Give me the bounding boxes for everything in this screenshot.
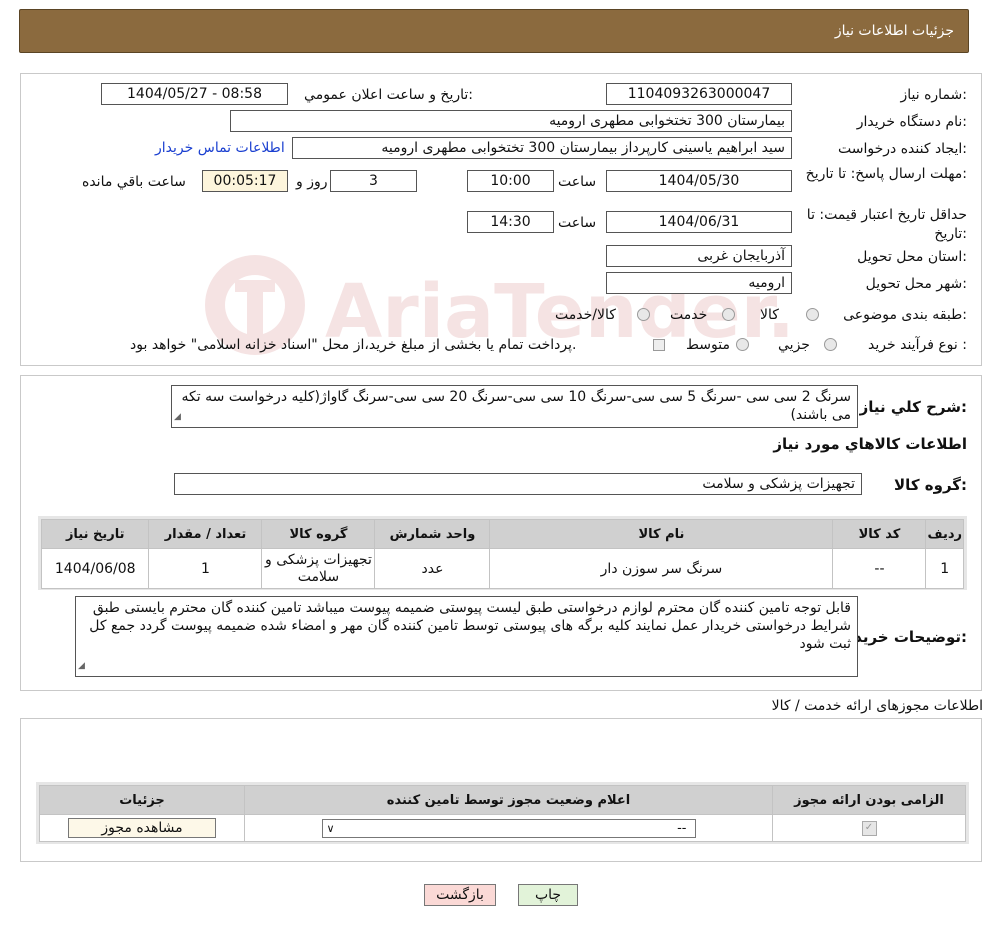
col-code: کد کالا <box>832 519 927 549</box>
category-goods-radio[interactable] <box>806 308 819 321</box>
description-text: سرنگ 2 سی سی -سرنگ 5 سی سی-سرنگ 10 سی سی… <box>181 389 851 423</box>
licenses-title: اطلاعات مجوزهای ارائه خدمت / کالا <box>771 698 983 714</box>
category-option-goods-label: کالا <box>760 307 779 323</box>
purchase-option-medium-label: متوسط <box>686 337 730 353</box>
goods-section-title: اطلاعات کالاهاي مورد نياز <box>773 435 967 453</box>
deadline-label: مهلت ارسال پاسخ: تا تاریخ: <box>805 166 967 182</box>
print-button[interactable]: چاپ <box>518 884 578 906</box>
city-label: شهر محل تحویل: <box>865 276 967 292</box>
buyer-notes-label: توضيحات خريدار: <box>840 628 967 646</box>
requester-field: سید ابراهیم یاسینی کارپرداز بیمارستان 30… <box>292 137 792 159</box>
deadline-date-field: 1404/05/30 <box>606 170 792 192</box>
buyer-org-field: بیمارستان 300 تختخوابی مطهری ارومیه <box>230 110 792 132</box>
remaining-time-field: 00:05:17 <box>202 170 288 192</box>
goods-group-field: تجهیزات پزشکی و سلامت <box>174 473 862 495</box>
purchase-note: پرداخت تمام یا بخشی از مبلغ خرید،از محل … <box>130 337 577 353</box>
days-field: 3 <box>330 170 417 192</box>
license-required-checkbox: ✓ <box>861 820 877 836</box>
licenses-table: الزامی بودن ارائه مجوز اعلام وضعیت مجوز … <box>39 785 966 842</box>
category-service-radio[interactable] <box>722 308 735 321</box>
cell-license-status: -- ∨ <box>244 814 773 842</box>
purchase-type-label: نوع فرآیند خرید : <box>868 337 967 353</box>
col-license-status: اعلام وضعیت مجوز توسط تامین کننده <box>244 785 773 815</box>
page-title: جزئیات اطلاعات نیاز <box>834 23 954 39</box>
buyer-contact-link[interactable]: اطلاعات تماس خریدار <box>155 140 285 156</box>
deadline-time-field: 10:00 <box>467 170 554 192</box>
resize-grip-icon[interactable]: ◢ <box>78 657 85 675</box>
resize-grip-icon[interactable]: ◢ <box>174 408 181 426</box>
validity-time-label: ساعت <box>558 215 597 231</box>
validity-time-field: 14:30 <box>467 211 554 233</box>
back-button[interactable]: بازگشت <box>424 884 496 906</box>
cell-license-required: ✓ <box>772 814 966 842</box>
cell-row: 1 <box>925 548 964 589</box>
buyer-notes-textarea[interactable]: قابل توجه تامین کننده گان محترم لوازم در… <box>75 596 858 677</box>
licenses-table-wrap: الزامی بودن ارائه مجوز اعلام وضعیت مجوز … <box>36 782 969 844</box>
col-date: تاريخ نياز <box>40 519 150 549</box>
col-group: گروه کالا <box>261 519 376 549</box>
col-name: نام کالا <box>489 519 834 549</box>
buyer-notes-text: قابل توجه تامین کننده گان محترم لوازم در… <box>89 600 851 652</box>
days-label: روز و <box>296 174 328 190</box>
category-label: طبقه بندی موضوعی: <box>843 307 967 323</box>
page-header: جزئیات اطلاعات نیاز <box>19 9 969 53</box>
cell-date: 1404/06/08 <box>40 548 150 589</box>
goods-group-label: گروه کالا: <box>894 476 967 494</box>
announce-label: تاریخ و ساعت اعلان عمومي: <box>304 87 473 103</box>
cell-license-details: مشاهده مجوز <box>39 814 245 842</box>
validity-label: حداقل تاریخ اعتبار قیمت: تا تاریخ: <box>806 207 967 242</box>
category-option-both-label: کالا/خدمت <box>555 307 616 323</box>
license-status-value: -- <box>677 820 687 836</box>
description-textarea[interactable]: سرنگ 2 سی سی -سرنگ 5 سی سی-سرنگ 10 سی سی… <box>171 385 858 428</box>
deadline-time-label: ساعت <box>558 174 597 190</box>
need-number-field: 1104093263000047 <box>606 83 792 105</box>
requester-label: ایجاد کننده درخواست: <box>838 141 967 157</box>
purchase-medium-radio[interactable] <box>736 338 749 351</box>
announce-field: 1404/05/27 - 08:58 <box>101 83 288 105</box>
purchase-minor-radio[interactable] <box>824 338 837 351</box>
validity-date-field: 1404/06/31 <box>606 211 792 233</box>
col-license-required: الزامی بودن ارائه مجوز <box>772 785 966 815</box>
province-label: استان محل تحویل: <box>857 249 967 265</box>
treasury-checkbox[interactable] <box>653 339 665 351</box>
purchase-option-minor-label: جزیي <box>778 337 810 353</box>
chevron-down-icon: ∨ <box>326 821 335 835</box>
cell-unit: عدد <box>374 548 491 589</box>
goods-table-header: رديف کد کالا نام کالا واحد شمارش گروه کا… <box>40 519 964 549</box>
remaining-label: ساعت باقي مانده <box>82 174 186 190</box>
col-row: رديف <box>925 519 964 549</box>
need-number-label: شماره نیاز: <box>900 87 967 103</box>
description-label: شرح کلي نياز: <box>859 398 967 416</box>
licenses-table-header: الزامی بودن ارائه مجوز اعلام وضعیت مجوز … <box>39 785 966 815</box>
buyer-org-label: نام دستگاه خریدار: <box>856 114 967 130</box>
province-field: آذربایجان غربی <box>606 245 792 267</box>
goods-table: رديف کد کالا نام کالا واحد شمارش گروه کا… <box>40 519 964 589</box>
col-qty: تعداد / مقدار <box>148 519 263 549</box>
license-status-select[interactable]: -- ∨ <box>321 818 696 838</box>
goods-table-wrap: رديف کد کالا نام کالا واحد شمارش گروه کا… <box>38 516 967 590</box>
cell-qty: 1 <box>148 548 263 589</box>
col-license-details: جزئیات <box>39 785 245 815</box>
cell-code: -- <box>832 548 927 589</box>
category-both-radio[interactable] <box>637 308 650 321</box>
table-row: ✓ -- ∨ مشاهده مجوز <box>39 814 966 842</box>
table-row: 1 -- سرنگ سر سوزن دار عدد تجهیزات پزشکی … <box>40 548 964 589</box>
category-option-service-label: خدمت <box>670 307 708 323</box>
cell-group: تجهیزات پزشکی و سلامت <box>261 548 376 589</box>
view-license-button[interactable]: مشاهده مجوز <box>68 818 216 838</box>
cell-name: سرنگ سر سوزن دار <box>489 548 834 589</box>
col-unit: واحد شمارش <box>374 519 491 549</box>
city-field: ارومیه <box>606 272 792 294</box>
